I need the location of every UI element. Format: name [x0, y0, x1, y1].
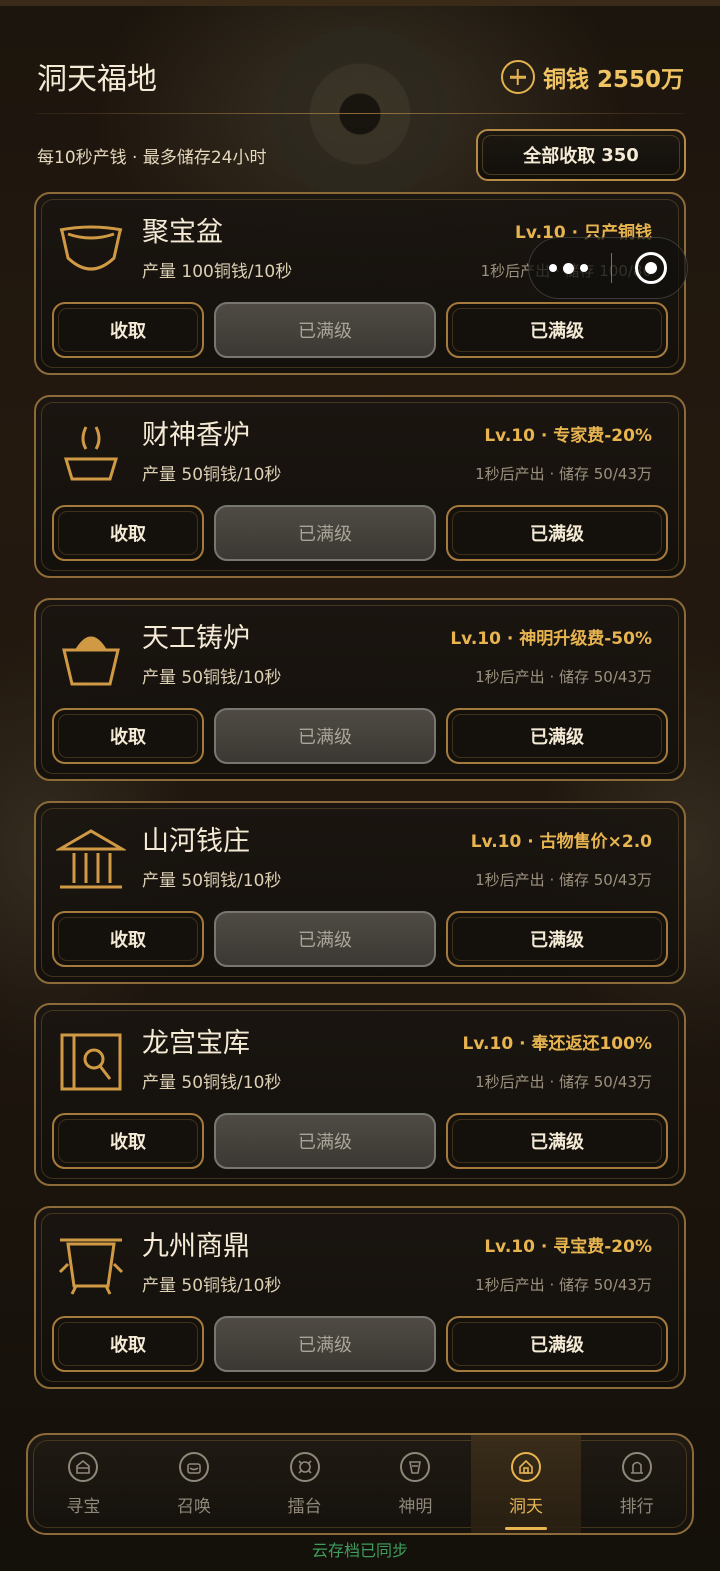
collect-button[interactable]: 收取: [52, 302, 204, 358]
building-production: 产量 50铜钱/10秒: [142, 668, 282, 688]
building-status: 1秒后产出 · 储存 50/43万: [475, 668, 652, 686]
building-name: 龙宫宝库: [142, 1028, 250, 1059]
nav-label: 擂台: [287, 1496, 322, 1517]
currency-display: 铜钱 2550万: [500, 60, 684, 94]
building-production: 产量 50铜钱/10秒: [142, 465, 282, 485]
nav-label: 洞天: [509, 1496, 544, 1517]
collect-button[interactable]: 收取: [52, 911, 204, 967]
top-strip: [0, 0, 720, 6]
vault-icon: [56, 1027, 126, 1097]
arena-icon: [289, 1451, 320, 1482]
collect-button[interactable]: 收取: [52, 1316, 204, 1372]
nav-label: 召唤: [177, 1496, 211, 1517]
sync-status: 云存档已同步: [311, 1541, 408, 1560]
summon-icon: [179, 1451, 209, 1482]
miniprogram-capsule: [528, 237, 688, 299]
bowl-icon: [56, 216, 126, 286]
collect-button[interactable]: 收取: [52, 708, 204, 764]
building-tag: Lv.10 · 神明升级费-50%: [450, 629, 652, 649]
nav-item-ranking[interactable]: 排行: [581, 1435, 692, 1533]
more-options-icon[interactable]: [549, 262, 588, 274]
treasure-hunt-icon: [68, 1451, 99, 1482]
max-level-button[interactable]: 已满级: [446, 505, 668, 561]
building-tag: Lv.10 · 寻宝费-20%: [484, 1237, 652, 1257]
page-title: 洞天福地: [37, 62, 157, 97]
building-name: 山河钱庄: [142, 826, 250, 857]
upgrade-button[interactable]: 已满级: [214, 911, 436, 967]
deity-icon: [400, 1451, 431, 1482]
building-production: 产量 50铜钱/10秒: [142, 1276, 282, 1296]
nav-item-cave-home[interactable]: 洞天: [470, 1435, 582, 1533]
building-status: 1秒后产出 · 储存 50/43万: [475, 871, 652, 889]
bottom-nav: 寻宝 召唤 擂台 神明 洞天 排行: [26, 1433, 694, 1535]
building-production: 产量 100铜钱/10秒: [142, 262, 293, 282]
building-status: 1秒后产出 · 储存 50/43万: [475, 465, 652, 483]
building-card-caishen-xianglu: 财神香炉 Lv.10 · 专家费-20% 产量 50铜钱/10秒 1秒后产出 ·…: [34, 395, 686, 578]
building-production: 产量 50铜钱/10秒: [142, 871, 282, 891]
building-name: 聚宝盆: [142, 217, 223, 248]
building-tag: Lv.10 · 古物售价×2.0: [470, 832, 652, 852]
building-status: 1秒后产出 · 储存 50/43万: [475, 1276, 652, 1294]
cave-home-icon: [511, 1451, 542, 1482]
max-level-button[interactable]: 已满级: [446, 302, 668, 358]
collect-all-button[interactable]: 全部收取 350: [476, 129, 686, 181]
nav-item-summon[interactable]: 召唤: [139, 1435, 250, 1533]
nav-label: 神明: [398, 1496, 433, 1517]
max-level-button[interactable]: 已满级: [446, 911, 668, 967]
nav-item-arena[interactable]: 擂台: [249, 1435, 360, 1533]
nav-item-deity[interactable]: 神明: [360, 1435, 471, 1533]
collect-all-label: 全部收取: [523, 146, 596, 167]
building-card-jiuzhou-shangding: 九州商鼎 Lv.10 · 寻宝费-20% 产量 50铜钱/10秒 1秒后产出 ·…: [34, 1206, 686, 1389]
building-status: 1秒后产出 · 储存 50/43万: [475, 1073, 652, 1091]
collect-button[interactable]: 收取: [52, 505, 204, 561]
background-jade-disc: [272, 26, 448, 202]
forge-icon: [56, 622, 126, 692]
currency-label: 铜钱: [542, 67, 589, 93]
nav-item-treasure-hunt[interactable]: 寻宝: [28, 1435, 139, 1533]
ranking-icon: [621, 1451, 652, 1482]
building-production: 产量 50铜钱/10秒: [142, 1073, 282, 1093]
capsule-divider: [611, 253, 612, 283]
upgrade-button[interactable]: 已满级: [214, 708, 436, 764]
max-level-button[interactable]: 已满级: [446, 1113, 668, 1169]
add-currency-button[interactable]: [500, 60, 535, 94]
cauldron-icon: [56, 1230, 126, 1300]
upgrade-button[interactable]: 已满级: [214, 302, 436, 358]
building-name: 财神香炉: [142, 420, 250, 451]
building-card-shanhe-qianzhuang: 山河钱庄 Lv.10 · 古物售价×2.0 产量 50铜钱/10秒 1秒后产出 …: [34, 801, 686, 984]
building-tag: Lv.10 · 专家费-20%: [484, 426, 652, 446]
collect-button[interactable]: 收取: [52, 1113, 204, 1169]
building-tag: Lv.10 · 奉还返还100%: [462, 1034, 652, 1054]
max-level-button[interactable]: 已满级: [446, 1316, 668, 1372]
production-info: 每10秒产钱 · 最多储存24小时: [37, 148, 267, 168]
upgrade-button[interactable]: 已满级: [214, 505, 436, 561]
currency-value: 2550万: [596, 67, 684, 93]
max-level-button[interactable]: 已满级: [446, 708, 668, 764]
building-card-tiangong-zhulu: 天工铸炉 Lv.10 · 神明升级费-50% 产量 50铜钱/10秒 1秒后产出…: [34, 598, 686, 781]
close-miniprogram-icon[interactable]: [635, 252, 667, 284]
header-divider: [36, 113, 684, 114]
bank-icon: [54, 825, 128, 895]
nav-label: 寻宝: [66, 1496, 101, 1517]
incense-burner-icon: [56, 419, 126, 489]
nav-label: 排行: [619, 1496, 654, 1517]
collect-all-value: 350: [601, 144, 639, 166]
building-card-longgong-baoku: 龙宫宝库 Lv.10 · 奉还返还100% 产量 50铜钱/10秒 1秒后产出 …: [34, 1003, 686, 1186]
building-name: 九州商鼎: [142, 1231, 250, 1262]
building-name: 天工铸炉: [142, 623, 250, 654]
upgrade-button[interactable]: 已满级: [214, 1316, 436, 1372]
upgrade-button[interactable]: 已满级: [214, 1113, 436, 1169]
